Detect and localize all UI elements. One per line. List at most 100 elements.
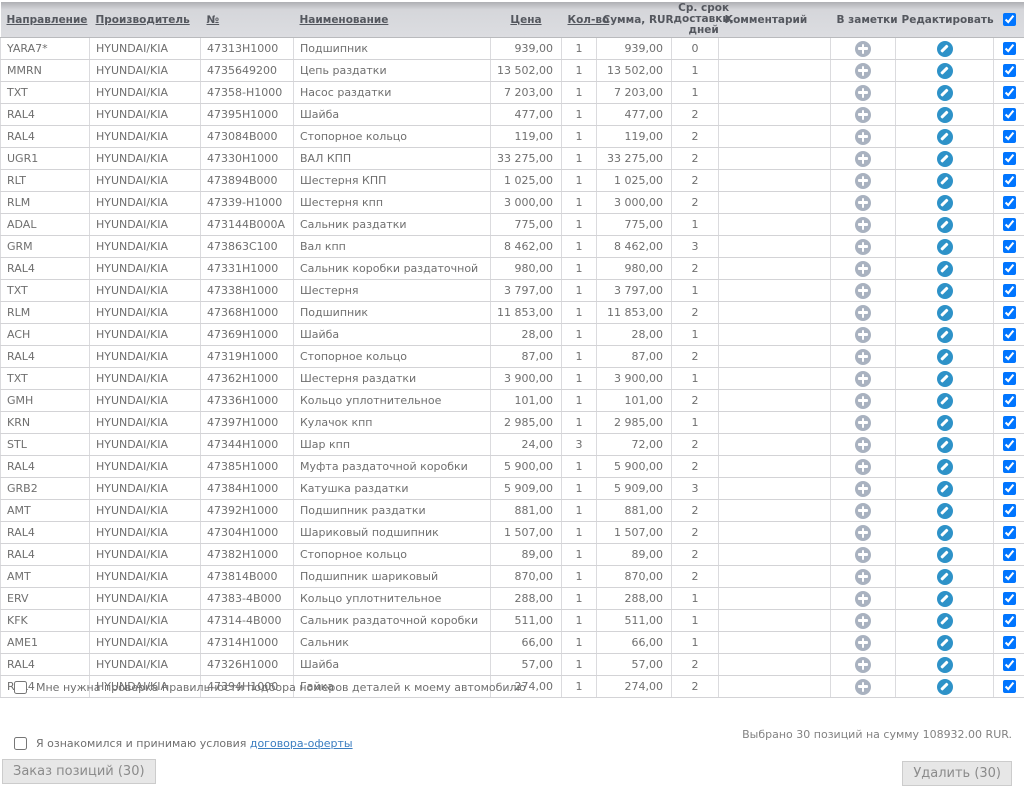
row-checkbox[interactable] (1003, 130, 1016, 143)
edit-pencil-icon[interactable] (937, 437, 953, 453)
row-checkbox[interactable] (1003, 350, 1016, 363)
edit-pencil-icon[interactable] (937, 393, 953, 409)
edit-pencil-icon[interactable] (937, 613, 953, 629)
row-checkbox[interactable] (1003, 658, 1016, 671)
edit-pencil-icon[interactable] (937, 591, 953, 607)
add-to-notes-plus-icon[interactable] (855, 217, 871, 233)
edit-pencil-icon[interactable] (937, 41, 953, 57)
add-to-notes-plus-icon[interactable] (855, 261, 871, 277)
add-to-notes-plus-icon[interactable] (855, 459, 871, 475)
order-button[interactable]: Заказ позиций (30) (2, 759, 156, 784)
row-checkbox[interactable] (1003, 218, 1016, 231)
edit-pencil-icon[interactable] (937, 239, 953, 255)
edit-pencil-icon[interactable] (937, 63, 953, 79)
row-checkbox[interactable] (1003, 108, 1016, 121)
edit-pencil-icon[interactable] (937, 569, 953, 585)
edit-pencil-icon[interactable] (937, 261, 953, 277)
add-to-notes-plus-icon[interactable] (855, 525, 871, 541)
edit-pencil-icon[interactable] (937, 195, 953, 211)
add-to-notes-plus-icon[interactable] (855, 151, 871, 167)
select-all-checkbox[interactable] (1003, 13, 1016, 26)
add-to-notes-plus-icon[interactable] (855, 239, 871, 255)
edit-pencil-icon[interactable] (937, 547, 953, 563)
row-checkbox[interactable] (1003, 614, 1016, 627)
col-header-price[interactable]: Цена (510, 14, 541, 26)
row-checkbox[interactable] (1003, 592, 1016, 605)
add-to-notes-plus-icon[interactable] (855, 679, 871, 695)
add-to-notes-plus-icon[interactable] (855, 415, 871, 431)
row-checkbox[interactable] (1003, 526, 1016, 539)
row-checkbox[interactable] (1003, 328, 1016, 341)
delete-button[interactable]: Удалить (30) (902, 761, 1012, 786)
add-to-notes-plus-icon[interactable] (855, 503, 871, 519)
verification-checkbox[interactable] (14, 681, 27, 694)
row-checkbox[interactable] (1003, 372, 1016, 385)
edit-pencil-icon[interactable] (937, 415, 953, 431)
col-header-direction[interactable]: Направление (7, 14, 88, 26)
offer-link[interactable]: договора-оферты (250, 737, 353, 750)
edit-pencil-icon[interactable] (937, 679, 953, 695)
row-checkbox[interactable] (1003, 196, 1016, 209)
row-checkbox[interactable] (1003, 636, 1016, 649)
add-to-notes-plus-icon[interactable] (855, 41, 871, 57)
edit-pencil-icon[interactable] (937, 481, 953, 497)
add-to-notes-plus-icon[interactable] (855, 305, 871, 321)
row-checkbox[interactable] (1003, 306, 1016, 319)
add-to-notes-plus-icon[interactable] (855, 371, 871, 387)
edit-pencil-icon[interactable] (937, 107, 953, 123)
edit-pencil-icon[interactable] (937, 283, 953, 299)
edit-pencil-icon[interactable] (937, 85, 953, 101)
row-checkbox[interactable] (1003, 240, 1016, 253)
offer-checkbox[interactable] (14, 737, 27, 750)
add-to-notes-plus-icon[interactable] (855, 613, 871, 629)
edit-pencil-icon[interactable] (937, 129, 953, 145)
edit-pencil-icon[interactable] (937, 635, 953, 651)
add-to-notes-plus-icon[interactable] (855, 547, 871, 563)
add-to-notes-plus-icon[interactable] (855, 349, 871, 365)
edit-pencil-icon[interactable] (937, 151, 953, 167)
add-to-notes-plus-icon[interactable] (855, 393, 871, 409)
row-checkbox[interactable] (1003, 42, 1016, 55)
row-checkbox[interactable] (1003, 416, 1016, 429)
row-checkbox[interactable] (1003, 680, 1016, 693)
edit-pencil-icon[interactable] (937, 217, 953, 233)
add-to-notes-plus-icon[interactable] (855, 481, 871, 497)
edit-pencil-icon[interactable] (937, 371, 953, 387)
add-to-notes-plus-icon[interactable] (855, 129, 871, 145)
edit-pencil-icon[interactable] (937, 349, 953, 365)
row-checkbox[interactable] (1003, 438, 1016, 451)
col-header-name[interactable]: Наименование (300, 14, 389, 26)
edit-pencil-icon[interactable] (937, 173, 953, 189)
add-to-notes-plus-icon[interactable] (855, 635, 871, 651)
add-to-notes-plus-icon[interactable] (855, 591, 871, 607)
edit-pencil-icon[interactable] (937, 327, 953, 343)
row-checkbox[interactable] (1003, 284, 1016, 297)
edit-pencil-icon[interactable] (937, 503, 953, 519)
add-to-notes-plus-icon[interactable] (855, 569, 871, 585)
row-checkbox[interactable] (1003, 152, 1016, 165)
row-checkbox[interactable] (1003, 262, 1016, 275)
row-checkbox[interactable] (1003, 460, 1016, 473)
col-header-manufacturer[interactable]: Производитель (96, 14, 190, 26)
row-checkbox[interactable] (1003, 570, 1016, 583)
add-to-notes-plus-icon[interactable] (855, 283, 871, 299)
add-to-notes-plus-icon[interactable] (855, 173, 871, 189)
add-to-notes-plus-icon[interactable] (855, 63, 871, 79)
row-checkbox[interactable] (1003, 174, 1016, 187)
edit-pencil-icon[interactable] (937, 657, 953, 673)
row-checkbox[interactable] (1003, 482, 1016, 495)
edit-pencil-icon[interactable] (937, 305, 953, 321)
add-to-notes-plus-icon[interactable] (855, 327, 871, 343)
row-checkbox[interactable] (1003, 64, 1016, 77)
add-to-notes-plus-icon[interactable] (855, 107, 871, 123)
add-to-notes-plus-icon[interactable] (855, 195, 871, 211)
row-checkbox[interactable] (1003, 86, 1016, 99)
row-checkbox[interactable] (1003, 548, 1016, 561)
col-header-number[interactable]: № (207, 14, 220, 26)
add-to-notes-plus-icon[interactable] (855, 657, 871, 673)
edit-pencil-icon[interactable] (937, 525, 953, 541)
edit-pencil-icon[interactable] (937, 459, 953, 475)
add-to-notes-plus-icon[interactable] (855, 85, 871, 101)
row-checkbox[interactable] (1003, 504, 1016, 517)
row-checkbox[interactable] (1003, 394, 1016, 407)
